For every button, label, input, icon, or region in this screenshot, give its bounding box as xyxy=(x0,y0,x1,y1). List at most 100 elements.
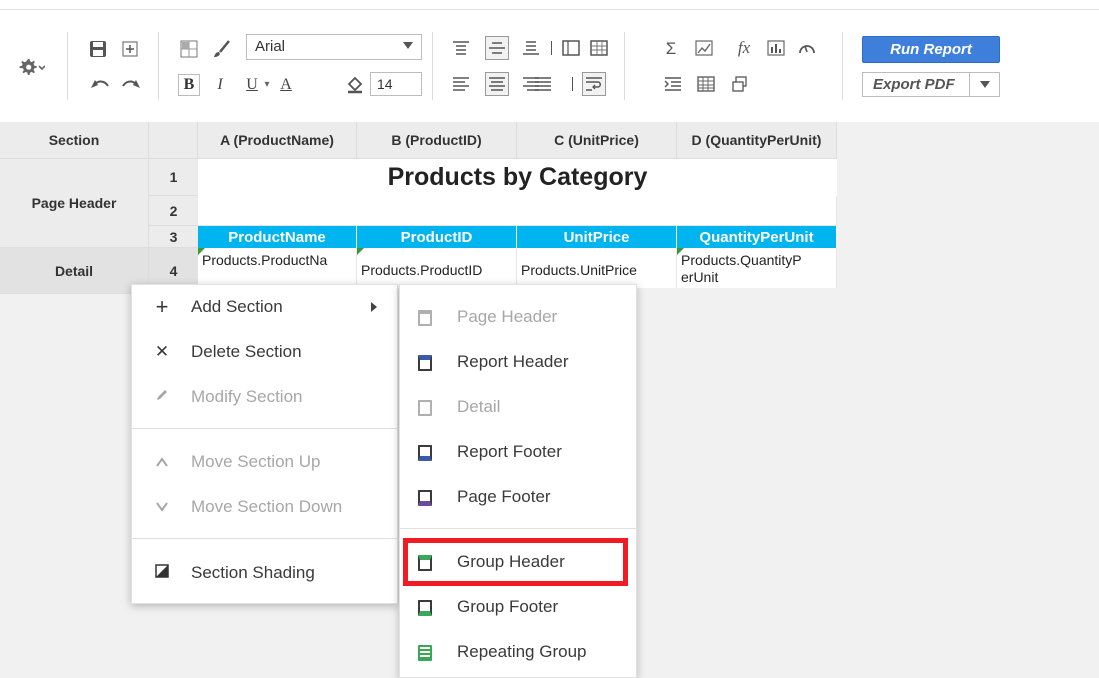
run-report-button[interactable]: Run Report xyxy=(862,36,1000,63)
detail-cell-text-wrap: erUnit xyxy=(681,269,719,285)
settings-gear-icon[interactable] xyxy=(16,54,46,80)
save-icon[interactable] xyxy=(87,38,109,60)
add-section-submenu: Page Header Report Header Detail Report … xyxy=(399,284,638,678)
page-footer-icon xyxy=(418,490,432,506)
bar-chart-icon[interactable] xyxy=(766,38,786,58)
menu-item-move-section-down[interactable]: Move Section Down xyxy=(132,485,399,529)
column-header-b[interactable]: B (ProductID) xyxy=(357,122,517,159)
submenu-item-label: Repeating Group xyxy=(457,642,587,661)
wrap-text-icon[interactable] xyxy=(582,72,606,96)
section-detail[interactable]: Detail xyxy=(0,248,149,294)
menu-item-delete-section[interactable]: ✕ Delete Section xyxy=(132,330,399,374)
cell-style-icon[interactable] xyxy=(178,38,200,60)
menu-item-move-section-up[interactable]: Move Section Up xyxy=(132,440,399,484)
report-title-cell[interactable]: Products by Category xyxy=(198,159,837,196)
italic-button[interactable]: I xyxy=(210,74,230,96)
submenu-item-label: Page Header xyxy=(457,307,558,326)
font-size-input[interactable]: 14 xyxy=(370,72,422,96)
column-header-d[interactable]: D (QuantityPerUnit) xyxy=(677,122,837,159)
submenu-item-page-header[interactable]: Page Header xyxy=(400,295,638,339)
menu-divider xyxy=(132,428,399,429)
menu-divider xyxy=(400,528,638,529)
highlight-box xyxy=(403,538,628,586)
report-footer-icon xyxy=(418,445,432,461)
detail-icon xyxy=(418,400,432,416)
align-left-icon[interactable] xyxy=(450,74,472,94)
report-header-icon xyxy=(418,355,432,371)
formula-marker-icon xyxy=(198,248,205,255)
formula-icon[interactable]: fx xyxy=(734,37,754,57)
font-family-select[interactable]: Arial xyxy=(246,34,422,60)
format-brush-icon[interactable] xyxy=(210,38,234,60)
chevron-down-icon xyxy=(152,497,172,517)
submenu-item-page-footer[interactable]: Page Footer xyxy=(400,475,638,519)
pencil-icon xyxy=(152,387,172,407)
detail-cell-productid[interactable]: Products.ProductID xyxy=(357,248,517,288)
row-number[interactable]: 1 xyxy=(149,159,198,196)
export-button[interactable]: Export PDF xyxy=(862,72,1000,97)
section-page-header[interactable]: Page Header xyxy=(0,159,149,248)
group-footer-icon xyxy=(418,600,432,616)
section-context-menu: + Add Section ✕ Delete Section Modify Se… xyxy=(131,284,399,604)
formula-marker-icon xyxy=(357,248,364,255)
table-icon[interactable] xyxy=(696,74,716,94)
detail-cell-unitprice[interactable]: Products.UnitPrice xyxy=(517,248,677,288)
toolbar-divider xyxy=(158,32,159,100)
submenu-item-label: Page Footer xyxy=(457,487,551,506)
insert-icon[interactable] xyxy=(120,39,140,59)
detail-cell-text: Products.ProductNa xyxy=(202,252,328,268)
bold-button[interactable]: B xyxy=(178,74,200,96)
align-bottom-icon[interactable] xyxy=(520,38,542,58)
header-cell-productid[interactable]: ProductID xyxy=(357,226,517,248)
menu-item-label: Modify Section xyxy=(191,387,303,406)
header-cell-unitprice[interactable]: UnitPrice xyxy=(517,226,677,248)
empty-row-cell[interactable] xyxy=(198,196,837,226)
column-header-a[interactable]: A (ProductName) xyxy=(198,122,357,159)
fill-color-icon[interactable] xyxy=(344,74,366,96)
menu-item-label: Delete Section xyxy=(191,342,302,361)
plus-icon: + xyxy=(155,294,169,319)
underline-dropdown-icon[interactable]: ▾ xyxy=(262,78,272,92)
header-cell-productname[interactable]: ProductName xyxy=(198,226,357,248)
detail-cell-text: Products.ProductID xyxy=(361,262,483,278)
submenu-item-group-footer[interactable]: Group Footer xyxy=(400,585,638,629)
chart-icon[interactable] xyxy=(694,38,714,58)
borders-icon[interactable] xyxy=(560,38,582,58)
underline-button[interactable]: U xyxy=(244,74,260,96)
submenu-item-repeating-group[interactable]: Repeating Group xyxy=(400,630,638,674)
redo-icon[interactable] xyxy=(120,74,142,92)
submenu-item-label: Detail xyxy=(457,397,501,416)
sum-icon[interactable]: Σ xyxy=(662,38,680,58)
font-color-button[interactable]: A xyxy=(276,74,296,96)
menu-item-modify-section[interactable]: Modify Section xyxy=(132,375,399,419)
detail-cell-productname[interactable]: Products.ProductNa xyxy=(198,248,357,288)
submenu-item-report-header[interactable]: Report Header xyxy=(400,340,638,384)
copy-icon[interactable] xyxy=(730,74,750,94)
align-middle-icon[interactable] xyxy=(485,36,509,60)
align-top-icon[interactable] xyxy=(450,38,472,58)
toolbar-divider xyxy=(572,77,573,91)
menu-item-section-shading[interactable]: Section Shading xyxy=(132,551,399,595)
justify-icon[interactable] xyxy=(532,74,554,94)
row-number[interactable]: 2 xyxy=(149,196,198,226)
chevron-down-icon xyxy=(403,42,413,49)
detail-cell-text: Products.QuantityP xyxy=(681,252,802,268)
align-center-icon[interactable] xyxy=(485,72,509,96)
menu-item-add-section[interactable]: + Add Section xyxy=(132,285,399,329)
row-number-header xyxy=(149,122,198,159)
detail-cell-quantityperunit[interactable]: Products.QuantityP erUnit xyxy=(677,248,837,288)
submenu-item-label: Group Footer xyxy=(457,597,559,616)
header-cell-quantityperunit[interactable]: QuantityPerUnit xyxy=(677,226,837,248)
gauge-icon[interactable] xyxy=(796,38,818,58)
menu-divider xyxy=(132,538,399,539)
indent-icon[interactable] xyxy=(664,74,682,94)
row-number[interactable]: 3 xyxy=(149,226,198,248)
column-header-c[interactable]: C (UnitPrice) xyxy=(517,122,677,159)
menu-item-label: Move Section Down xyxy=(191,497,343,516)
toolbar: Arial B I U ▾ A 14 Σ fx Run Report Expor… xyxy=(0,10,1099,122)
grid-icon[interactable] xyxy=(588,38,610,58)
undo-icon[interactable] xyxy=(89,74,111,92)
export-dropdown-icon[interactable] xyxy=(969,73,999,96)
submenu-item-detail[interactable]: Detail xyxy=(400,385,638,429)
submenu-item-report-footer[interactable]: Report Footer xyxy=(400,430,638,474)
